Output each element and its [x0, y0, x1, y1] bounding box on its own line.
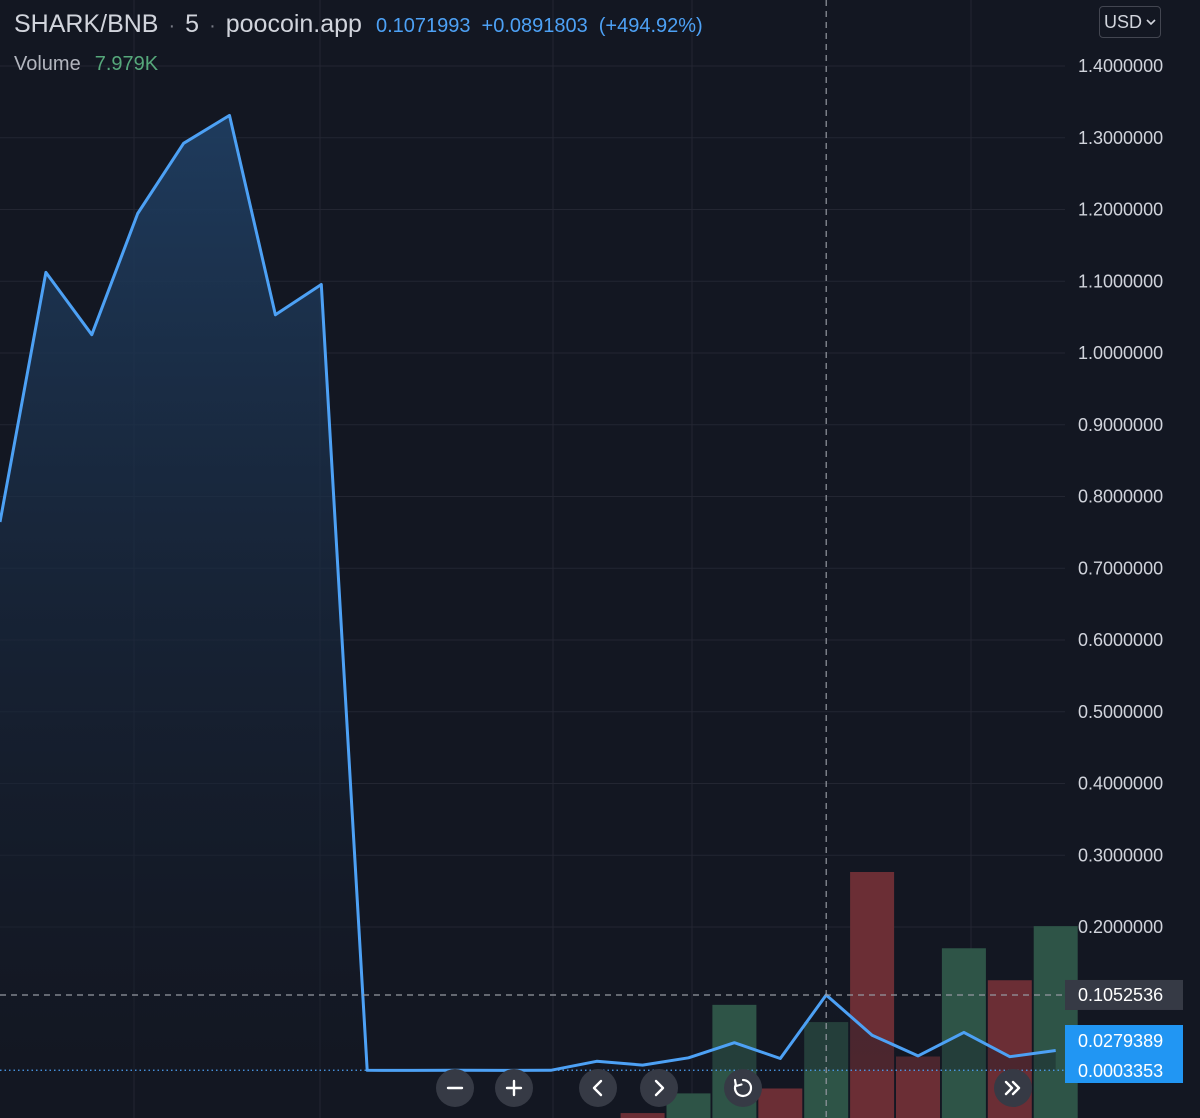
price-axis-label: 1.4000000 [1078, 56, 1163, 76]
chevron-left-icon [592, 1079, 603, 1097]
price-axis-label: 0.7000000 [1078, 558, 1163, 578]
crosshair-price-label: 0.1052536 [1078, 985, 1163, 1005]
legend-separator: · [168, 15, 176, 37]
price-axis-label: 0.8000000 [1078, 487, 1163, 507]
zoom-out-button[interactable] [436, 1069, 474, 1107]
chart-legend: SHARK/BNB · 5 · poocoin.app 0.1071993 +0… [14, 10, 714, 39]
source-label: poocoin.app [225, 10, 362, 38]
currency-button[interactable]: USD [1099, 6, 1161, 38]
scroll-left-button[interactable] [579, 1069, 617, 1107]
price-axis: 1.4000000 1.3000000 1.2000000 1.1000000 1.00… [1078, 56, 1163, 937]
price-chart[interactable]: 1.4000000 1.3000000 1.2000000 1.1000000 1.00… [0, 0, 1200, 1118]
price-axis-label: 1.2000000 [1078, 200, 1163, 220]
price-axis-label: 1.0000000 [1078, 343, 1163, 363]
price-axis-label: 0.5000000 [1078, 702, 1163, 722]
last-price-value: 0.1071993 [375, 15, 471, 37]
double-chevron-right-icon [1004, 1080, 1021, 1096]
low-price-label: 0.0003353 [1078, 1061, 1163, 1081]
price-axis-label: 0.3000000 [1078, 845, 1163, 865]
volume-label[interactable]: Volume [14, 53, 81, 76]
price-axis-label: 0.2000000 [1078, 917, 1163, 937]
scroll-to-realtime-button[interactable] [994, 1069, 1032, 1107]
volume-bar [758, 1088, 803, 1118]
price-axis-label: 1.3000000 [1078, 128, 1163, 148]
reset-icon [733, 1078, 753, 1098]
legend-separator: · [209, 15, 216, 37]
change-percent-value: (+494.92%) [598, 15, 703, 37]
current-price-label: 0.0279389 [1078, 1031, 1163, 1051]
price-axis-label: 1.1000000 [1078, 271, 1163, 291]
volume-bar [1033, 926, 1078, 1118]
symbol-name[interactable]: SHARK/BNB [14, 10, 158, 39]
price-tags: 0.1052536 0.0279389 0.0003353 [1065, 979, 1183, 1083]
chevron-down-icon [1146, 19, 1156, 26]
volume-legend: Volume 7.979K [14, 53, 158, 76]
zoom-in-button[interactable] [495, 1069, 533, 1107]
minus-icon [446, 1086, 464, 1090]
scroll-right-button[interactable] [640, 1069, 678, 1107]
reset-chart-button[interactable] [724, 1069, 762, 1107]
currency-label: USD [1103, 11, 1142, 32]
chevron-right-icon [654, 1079, 665, 1097]
volume-bar [620, 1113, 665, 1118]
interval-label[interactable]: 5 [185, 10, 199, 39]
price-axis-label: 0.9000000 [1078, 415, 1163, 435]
price-axis-label: 0.4000000 [1078, 774, 1163, 794]
change-value: +0.0891803 [481, 15, 588, 37]
plus-icon [505, 1079, 523, 1097]
volume-value: 7.979K [94, 53, 159, 75]
price-axis-label: 0.6000000 [1078, 630, 1163, 650]
